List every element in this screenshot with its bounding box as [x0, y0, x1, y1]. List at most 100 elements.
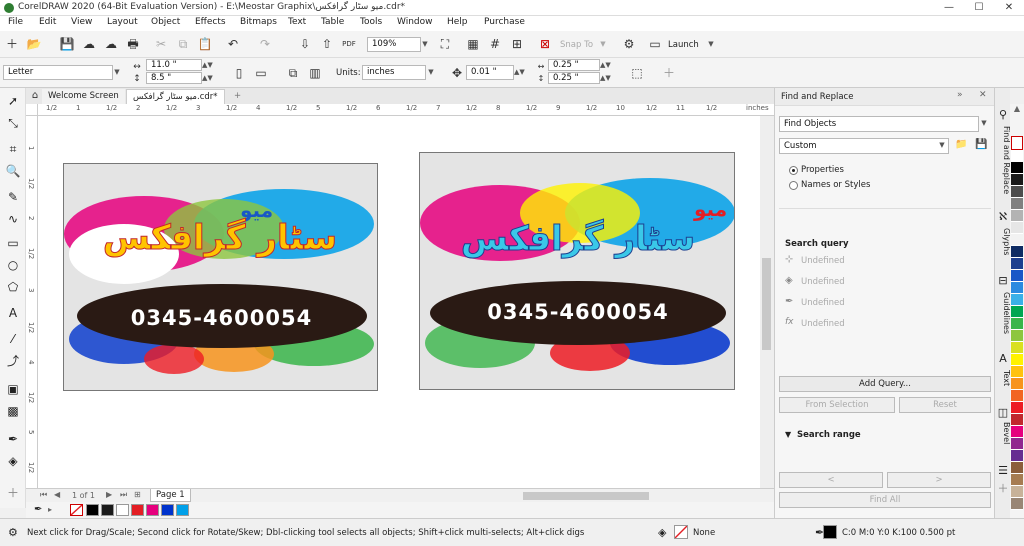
vertical-ruler[interactable]: 1 1/2 2 1/2 3 1/2 4 1/2 5 1/2 [26, 116, 38, 488]
shape-tool-icon[interactable]: ⤡ [4, 114, 22, 132]
page-height-field[interactable]: 8.5 " [146, 72, 202, 84]
open-folder-icon[interactable]: 📁 [955, 139, 967, 150]
next-page-icon[interactable]: ▶ [106, 490, 112, 499]
chevron-down-icon[interactable]: ▼ [937, 139, 947, 152]
undo-icon[interactable]: ↶ [224, 35, 242, 53]
last-page-icon[interactable]: ⏭ [120, 490, 127, 500]
color-swatch[interactable] [1011, 366, 1023, 378]
text-icon[interactable]: A [996, 352, 1010, 366]
chevron-down-icon[interactable]: ▼ [785, 430, 791, 439]
no-color-swatch[interactable] [1011, 136, 1023, 150]
transparency-tool-icon[interactable]: ▩ [4, 402, 22, 420]
duplicate-x-stepper[interactable]: ▲▼ [600, 59, 611, 71]
color-swatch[interactable] [1011, 234, 1023, 246]
polygon-tool-icon[interactable]: ⬠ [4, 278, 22, 296]
eyedropper-icon[interactable]: ✒ [34, 504, 42, 515]
tab-glyphs[interactable]: Glyphs [995, 228, 1011, 255]
chevron-down-icon[interactable]: ▼ [112, 66, 122, 79]
treat-as-filled-icon[interactable]: ⬚ [628, 64, 646, 82]
properties-radio[interactable] [789, 166, 798, 175]
color-swatch[interactable] [1011, 258, 1023, 270]
color-swatch[interactable] [1011, 474, 1023, 486]
menu-edit[interactable]: Edit [39, 17, 56, 27]
duplicate-x-field[interactable]: 0.25 " [548, 59, 600, 71]
launch-label[interactable]: Launch [668, 40, 699, 50]
color-swatch[interactable] [1011, 450, 1023, 462]
banner-design-left[interactable]: میو سٹار گرافکس 0345-4600054 [63, 163, 378, 391]
gear-icon[interactable]: ⚙ [620, 35, 638, 53]
color-swatch[interactable] [1011, 186, 1023, 198]
names-styles-radio[interactable] [789, 181, 798, 190]
preset-select[interactable]: Custom [779, 138, 949, 154]
guidelines-icon[interactable]: ⊟ [996, 274, 1010, 288]
menu-table[interactable]: Table [321, 17, 344, 27]
rulers-icon[interactable]: ▦ [464, 35, 482, 53]
color-swatch[interactable] [131, 504, 144, 516]
close-icon[interactable]: ✕ [979, 90, 987, 100]
menu-effects[interactable]: Effects [195, 17, 226, 27]
tab-document[interactable]: میو سٹار گرافکس.cdr* [126, 89, 225, 104]
open-icon[interactable]: 📂 [25, 35, 43, 53]
find-previous-button[interactable]: < [779, 472, 883, 488]
full-screen-icon[interactable]: ⛶ [436, 35, 454, 53]
color-swatch[interactable] [1011, 222, 1023, 234]
color-swatch[interactable] [1011, 162, 1023, 174]
portrait-icon[interactable]: ▯ [230, 64, 248, 82]
import-icon[interactable]: ⇩ [296, 35, 314, 53]
save-preset-icon[interactable]: 💾 [975, 139, 987, 150]
export-icon[interactable]: ⇧ [318, 35, 336, 53]
color-swatch[interactable] [86, 504, 99, 516]
horizontal-ruler[interactable]: 1/2 1 1/2 2 1/2 3 1/2 4 1/2 5 1/2 6 1/2 … [38, 104, 774, 116]
palette-scroll-up-icon[interactable]: ▲ [1010, 104, 1024, 118]
color-swatch[interactable] [1011, 306, 1023, 318]
add-tool-icon[interactable]: ＋ [4, 484, 22, 502]
bevel-icon[interactable]: ◫ [996, 406, 1010, 420]
ellipse-tool-icon[interactable]: ○ [4, 256, 22, 274]
chevron-down-icon[interactable]: ▼ [979, 117, 989, 130]
height-stepper[interactable]: ▲▼ [202, 72, 213, 84]
redo-icon[interactable]: ↷ [256, 35, 274, 53]
drawing-canvas[interactable]: میو سٹار گرافکس 0345-4600054 میو سٹار گر… [38, 116, 760, 488]
nudge-stepper[interactable]: ▲▼ [514, 66, 525, 79]
tab-bevel[interactable]: Bevel [995, 422, 1011, 444]
chevron-down-icon[interactable]: ▼ [420, 38, 430, 51]
color-swatch[interactable] [1011, 342, 1023, 354]
color-swatch[interactable] [1011, 390, 1023, 402]
cut-icon[interactable]: ✂ [152, 35, 170, 53]
no-color-swatch[interactable] [70, 504, 83, 516]
text-tool-icon[interactable]: A [4, 304, 22, 322]
from-selection-button[interactable]: From Selection [779, 397, 895, 413]
guidelines-icon[interactable]: ⊞ [508, 35, 526, 53]
horizontal-scroll-thumb[interactable] [523, 492, 649, 500]
find-mode-select[interactable]: Find Objects [779, 116, 979, 132]
snap-to-label[interactable]: Snap To [560, 40, 593, 50]
menu-view[interactable]: View [71, 17, 92, 27]
eyedropper-tool-icon[interactable]: ✒ [4, 430, 22, 448]
pick-tool-icon[interactable]: ➚ [4, 92, 22, 110]
grid-icon[interactable]: # [486, 35, 504, 53]
landscape-icon[interactable]: ▭ [252, 64, 270, 82]
vertical-scrollbar[interactable] [760, 116, 774, 488]
snap-off-icon[interactable]: ⊠ [536, 35, 554, 53]
close-button[interactable]: ✕ [994, 0, 1024, 16]
add-tab-button[interactable]: + [228, 89, 247, 104]
color-swatch[interactable] [1011, 330, 1023, 342]
maximize-button[interactable]: ☐ [964, 0, 994, 16]
add-icon[interactable]: ＋ [996, 482, 1010, 496]
cloud-upload-icon[interactable]: ☁ [102, 35, 120, 53]
color-swatch[interactable] [146, 504, 159, 516]
nudge-distance-field[interactable]: 0.01 " [466, 65, 514, 80]
find-all-button[interactable]: Find All [779, 492, 991, 508]
outline-swatch[interactable] [823, 525, 837, 539]
collapse-icon[interactable]: » [957, 90, 963, 100]
duplicate-y-stepper[interactable]: ▲▼ [600, 72, 611, 84]
artistic-media-tool-icon[interactable]: ∿ [4, 210, 22, 228]
connector-tool-icon[interactable]: ⤴ [4, 352, 22, 370]
color-swatch[interactable] [1011, 318, 1023, 330]
freehand-tool-icon[interactable]: ✎ [4, 188, 22, 206]
gear-icon[interactable]: ⚙ [8, 526, 18, 539]
tab-welcome-screen[interactable]: Welcome Screen [42, 89, 125, 104]
color-swatch[interactable] [1011, 462, 1023, 474]
color-swatch[interactable] [1011, 198, 1023, 210]
color-swatch[interactable] [1011, 438, 1023, 450]
